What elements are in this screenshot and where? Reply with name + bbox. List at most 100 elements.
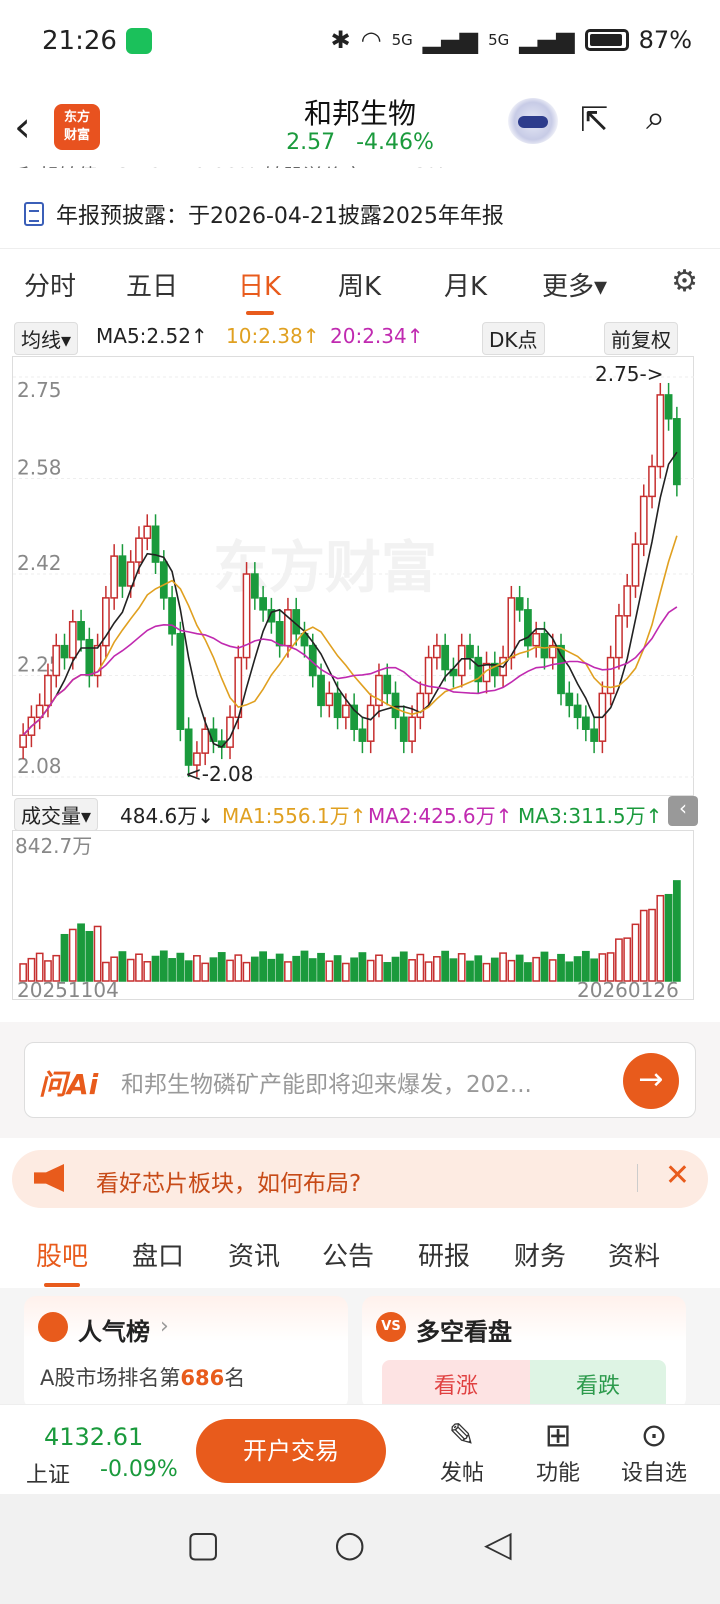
volume-bar (193, 955, 201, 982)
candle-body (300, 632, 309, 647)
tab-weekly-k[interactable]: 周K (338, 266, 381, 303)
stock-quote: 2.57 -4.46% (0, 130, 720, 155)
candle-body (408, 716, 416, 742)
candle-body (250, 573, 259, 599)
rank-suffix: 名 (224, 1366, 246, 1390)
candle-body (623, 585, 632, 617)
tab-monthly-k[interactable]: 月K (444, 266, 487, 303)
volume-bar (664, 893, 673, 982)
tab-five-day[interactable]: 五日 (126, 266, 178, 303)
adjust-button[interactable]: 前复权 (604, 322, 678, 355)
collapse-icon[interactable]: ‹ (668, 796, 698, 826)
candle-body (201, 728, 210, 754)
volume-dropdown[interactable]: 成交量▾ (14, 798, 99, 831)
tab-finance[interactable]: 财务 (514, 1236, 566, 1273)
bull-bear-card[interactable]: VS 多空看盘 看涨 看跌 (362, 1296, 686, 1412)
function-label: 功能 (535, 1461, 580, 1486)
candle-body (557, 644, 565, 695)
tab-announcements[interactable]: 公告 (322, 1236, 374, 1273)
home-icon[interactable]: ○ (334, 1524, 365, 1565)
volume-bar (416, 953, 425, 982)
start-date-label: 20251104 (17, 978, 119, 1001)
candle-body (259, 597, 268, 611)
tab-profile[interactable]: 资料 (608, 1236, 660, 1273)
candle-body (383, 674, 392, 695)
price-tick-label: 2.42 (17, 551, 62, 575)
volume-bar (184, 960, 193, 982)
tab-research[interactable]: 研报 (418, 1236, 470, 1273)
popularity-card[interactable]: 人气榜 › A股市场排名第686名 (24, 1296, 348, 1410)
volume-bar (557, 953, 565, 982)
price-tick-label: 2.58 (17, 455, 62, 479)
signal-bars-icon: ▂▄▆ (422, 26, 479, 54)
volume-ma1: MA1:556.1万↑ (222, 804, 367, 828)
trade-button[interactable]: 开户交易 (196, 1419, 386, 1483)
volume-bar (267, 958, 276, 982)
watchlist-label: 设自选 (620, 1461, 687, 1486)
candle-body (184, 728, 193, 766)
index-change: -0.09% (100, 1457, 178, 1482)
candle-body (433, 644, 441, 659)
volume-bar (515, 954, 524, 982)
tab-more[interactable]: 更多▾ (542, 266, 607, 303)
tab-forum[interactable]: 股吧 (36, 1236, 88, 1287)
candlestick-chart[interactable]: 2.75 2.58 2.42 2.25 2.08 东方财富 2.75-> <-2.08 (12, 356, 695, 796)
volume-chart[interactable]: 842.7万 20251104 20260126 (12, 830, 694, 1002)
chevron-right-icon: › (160, 1314, 169, 1339)
candle-body (143, 525, 152, 539)
volume-bar (672, 880, 681, 982)
candle-body (466, 644, 474, 659)
ai-question-box[interactable]: 问Ai 和邦生物磷矿产能即将迎来爆发，202... → (24, 1042, 696, 1118)
stock-header: ‹ 东方财富 和邦生物 2.57 -4.46% ⇱ ⌕ (0, 88, 720, 168)
volume-bar (524, 962, 532, 982)
volume-bar (457, 953, 466, 982)
back-nav-icon[interactable]: ◁ (484, 1524, 512, 1565)
bull-bear-title: 多空看盘 (416, 1318, 512, 1346)
volume-bar (581, 950, 590, 982)
volume-bar (68, 928, 77, 982)
status-bar: 21:26 ✱ ◠ 5G ▂▄▆ 5G ▂▄▆ 87% (0, 0, 720, 88)
candle-body (648, 465, 656, 498)
candle-body (615, 615, 623, 659)
volume-bar (532, 956, 541, 982)
post-button[interactable]: ✎ 发帖 (422, 1415, 502, 1487)
volume-svg: 842.7万 20251104 20260126 (15, 834, 681, 1002)
recents-icon[interactable]: ▢ (186, 1524, 220, 1565)
bond-row-cut: 和邦转债 135.857 0.08% 转股溢价率 17.73% (18, 160, 698, 168)
ai-submit-arrow-icon[interactable]: → (623, 1053, 679, 1109)
settings-gear-icon[interactable]: ⚙ (671, 264, 698, 299)
dk-point-button[interactable]: DK点 (482, 322, 545, 355)
candle-body (168, 597, 176, 635)
share-icon[interactable]: ⇱ (580, 100, 609, 140)
candle-body (631, 543, 640, 587)
function-button[interactable]: ⊞ 功能 (518, 1415, 598, 1487)
volume-bar (176, 952, 185, 982)
signal-5g-2: 5G (488, 31, 510, 49)
ai-assistant-icon[interactable] (508, 98, 558, 144)
index-value[interactable]: 4132.61 (44, 1423, 143, 1451)
volume-bar (77, 923, 85, 982)
tab-news[interactable]: 资讯 (228, 1236, 280, 1273)
volume-bar (226, 959, 234, 982)
volume-bar (548, 959, 557, 982)
tab-intraday[interactable]: 分时 (24, 266, 76, 303)
volume-bar (383, 962, 392, 982)
candle-body (118, 555, 127, 587)
search-icon[interactable]: ⌕ (646, 98, 665, 138)
volume-bar (375, 954, 383, 982)
ma-type-dropdown[interactable]: 均线▾ (14, 322, 79, 355)
annual-report-notice[interactable]: 年报预披露：于2026-04-21披露2025年年报 (24, 198, 504, 230)
close-icon[interactable]: ✕ (665, 1158, 690, 1193)
add-watchlist-button[interactable]: ⊙ 设自选 (614, 1415, 694, 1487)
volume-legend-bar: 成交量▾ 484.6万↓ MA1:556.1万↑ MA2:425.6万↑ MA3… (0, 796, 720, 831)
candle-body (159, 561, 168, 599)
candle-body (391, 692, 400, 719)
status-time: 21:26 (42, 26, 117, 56)
candle-body (151, 525, 160, 563)
tab-order-book[interactable]: 盘口 (132, 1236, 184, 1273)
volume-bar (308, 958, 317, 982)
tab-daily-k[interactable]: 日K (238, 266, 281, 315)
volume-bar (615, 938, 623, 982)
promo-banner[interactable]: 看好芯片板块，如何布局? ✕ (12, 1150, 708, 1208)
volume-bar (540, 951, 549, 982)
